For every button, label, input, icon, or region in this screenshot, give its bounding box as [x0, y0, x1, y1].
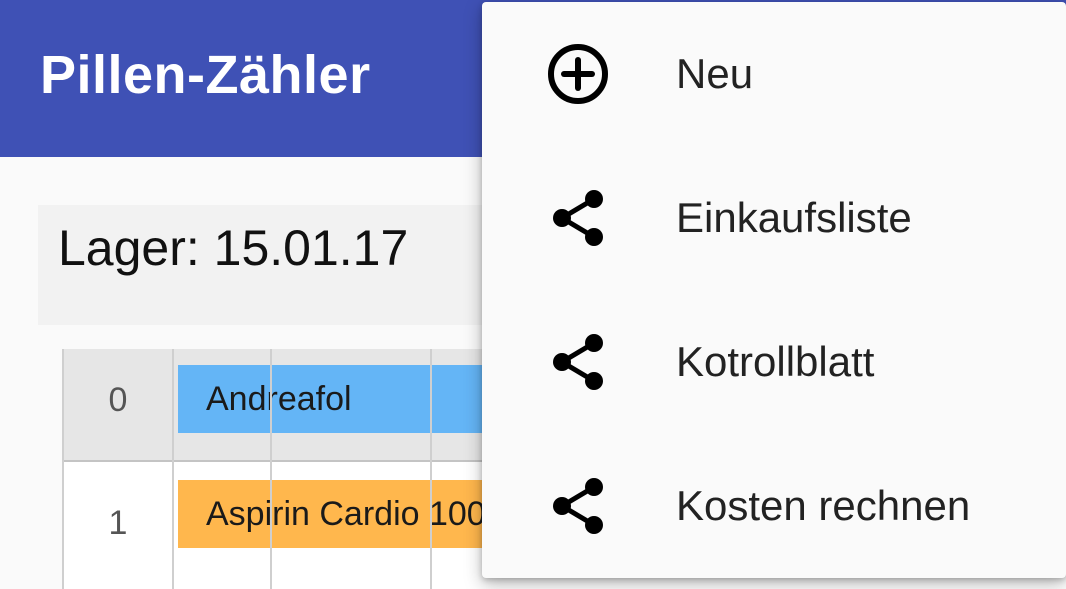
menu-item-calculate-costs[interactable]: Kosten rechnen	[482, 434, 1066, 578]
menu-item-label: Einkaufsliste	[676, 194, 912, 241]
menu-item-shopping-list[interactable]: Einkaufsliste	[482, 146, 1066, 290]
share-icon	[546, 330, 610, 394]
menu-item-new[interactable]: Neu	[482, 2, 1066, 146]
add-circle-icon	[546, 42, 610, 106]
column-divider	[270, 349, 272, 589]
menu-item-control-sheet[interactable]: Kotrollblatt	[482, 290, 1066, 434]
menu-item-label: Kotrollblatt	[676, 338, 875, 385]
row-index: 0	[108, 381, 128, 419]
column-divider	[430, 349, 432, 589]
app-title: Pillen-Zähler	[40, 45, 371, 105]
column-divider	[172, 349, 174, 589]
storage-date-label: Lager: 15.01.17	[58, 220, 409, 276]
share-icon	[546, 474, 610, 538]
menu-item-label: Neu	[676, 50, 754, 97]
overflow-menu: Neu Einkaufsliste Kotrollblatt Kosten re…	[482, 2, 1066, 578]
share-icon	[546, 186, 610, 250]
row-index: 1	[108, 504, 128, 542]
menu-item-label: Kosten rechnen	[676, 482, 971, 529]
